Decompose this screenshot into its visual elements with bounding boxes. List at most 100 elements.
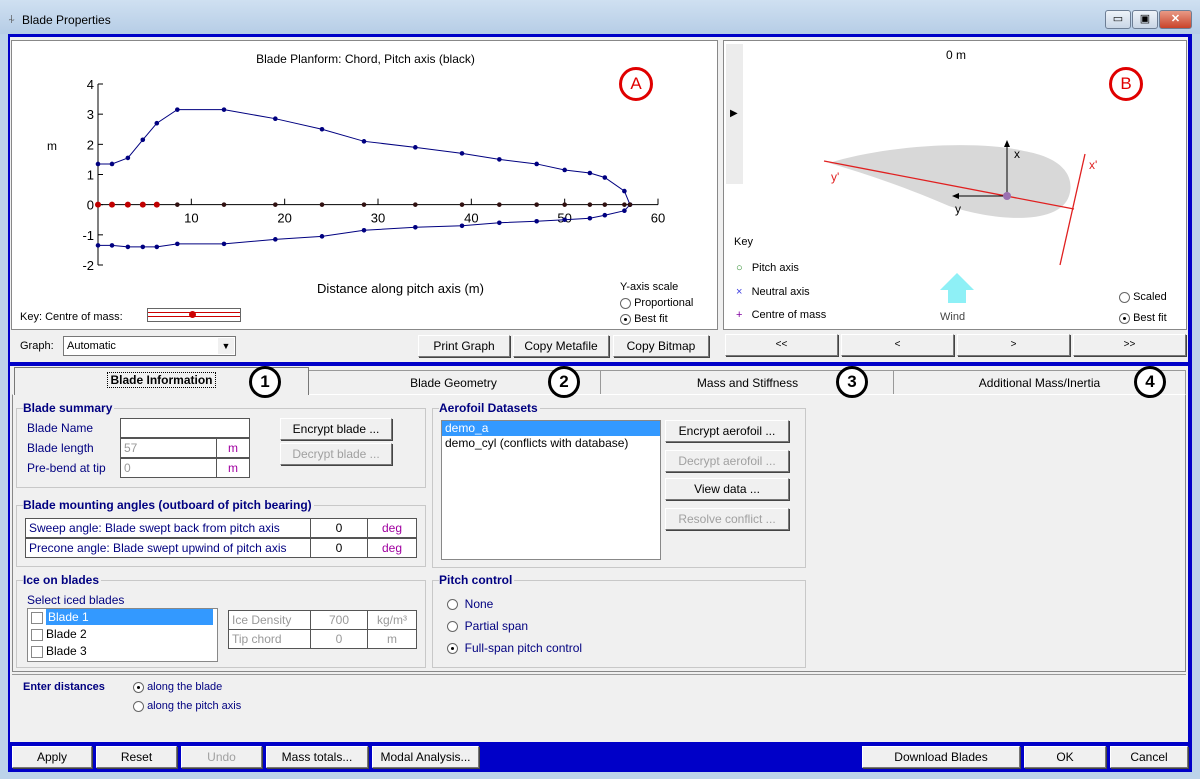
- scaled-radio[interactable]: Scaled: [1119, 291, 1167, 303]
- y-tick-label: 1: [87, 168, 94, 183]
- encrypt-blade-button[interactable]: Encrypt blade ...: [280, 418, 392, 440]
- data-point: [459, 151, 465, 156]
- data-point: [361, 202, 367, 207]
- aerofoil-list[interactable]: demo_a demo_cyl (conflicts with database…: [441, 420, 661, 560]
- tip-chord-input[interactable]: 0: [310, 629, 368, 649]
- minimize-button[interactable]: ▭: [1105, 10, 1131, 29]
- checkbox[interactable]: [31, 628, 43, 641]
- yscale-proportional[interactable]: Proportional: [620, 297, 693, 309]
- y-tick-label: 3: [87, 107, 94, 122]
- reset-button[interactable]: Reset: [96, 746, 177, 768]
- precone-angle-unit: deg: [367, 538, 417, 558]
- maximize-button[interactable]: ▣: [1132, 10, 1158, 29]
- data-point: [413, 224, 418, 230]
- data-point: [95, 161, 101, 167]
- data-point: [273, 237, 278, 242]
- data-point: [154, 120, 160, 126]
- blade-3-item[interactable]: Blade 3: [28, 643, 217, 660]
- data-point: [140, 137, 146, 143]
- ice-density-label: Ice Density: [228, 610, 311, 630]
- view-data-button[interactable]: View data ...: [665, 478, 789, 500]
- encrypt-aerofoil-button[interactable]: Encrypt aerofoil ...: [665, 420, 789, 442]
- checkbox[interactable]: [31, 611, 43, 624]
- data-point: [319, 202, 325, 207]
- pitch-partial-radio[interactable]: Partial span: [447, 619, 528, 633]
- data-point: [459, 223, 465, 229]
- precone-angle-label: Precone angle: Blade swept upwind of pit…: [25, 538, 311, 558]
- data-point: [175, 241, 180, 247]
- data-point: [125, 155, 131, 161]
- apply-button[interactable]: Apply: [12, 746, 92, 768]
- data-point: [109, 161, 115, 167]
- sweep-angle-input[interactable]: 0: [310, 518, 368, 538]
- copy-bitmap-button[interactable]: Copy Bitmap: [613, 335, 709, 357]
- checkbox[interactable]: [31, 645, 43, 658]
- prebend-label: Pre-bend at tip: [27, 461, 106, 475]
- data-point: [319, 126, 325, 132]
- download-blades-button[interactable]: Download Blades: [862, 746, 1020, 768]
- annotation-4: 4: [1134, 366, 1166, 398]
- last-station-button[interactable]: >>: [1073, 334, 1186, 356]
- blade-name-input[interactable]: [120, 418, 250, 438]
- pitch-full-radio[interactable]: Full-span pitch control: [447, 641, 582, 655]
- wind-arrow-stem: [948, 289, 966, 303]
- data-point: [622, 188, 627, 194]
- blade-length-unit: m: [216, 438, 250, 458]
- precone-angle-input[interactable]: 0: [310, 538, 368, 558]
- along-pitch-axis-radio[interactable]: along the pitch axis: [133, 700, 241, 712]
- prebend-input[interactable]: 0: [120, 458, 217, 478]
- y-tick-label: -1: [82, 228, 94, 243]
- prev-station-button[interactable]: <: [841, 334, 954, 356]
- data-point: [140, 244, 146, 250]
- data-point: [497, 202, 502, 207]
- aerofoil-item[interactable]: demo_a: [442, 421, 660, 436]
- data-point: [319, 234, 325, 239]
- turbine-icon: ⍭: [8, 12, 16, 26]
- data-point: [221, 241, 227, 247]
- data-point: [562, 167, 567, 173]
- title-bar: [0, 0, 1200, 34]
- close-button[interactable]: ✕: [1159, 10, 1192, 29]
- sweep-angle-label: Sweep angle: Blade swept back from pitch…: [25, 518, 311, 538]
- centre-of-mass-point: [153, 201, 160, 208]
- centre-marker: [1003, 192, 1011, 200]
- blade-2-item[interactable]: Blade 2: [28, 626, 217, 643]
- along-blade-radio[interactable]: along the blade: [133, 681, 222, 693]
- centre-of-mass-point: [109, 201, 115, 208]
- next-station-button[interactable]: >: [957, 334, 1070, 356]
- data-point: [221, 107, 227, 112]
- data-point: [221, 202, 227, 207]
- data-point: [534, 161, 539, 167]
- aerofoil-item[interactable]: demo_cyl (conflicts with database): [442, 436, 660, 450]
- airfoil-shape: [829, 145, 1071, 218]
- data-point: [125, 244, 131, 250]
- data-point: [497, 220, 502, 226]
- mass-totals-button[interactable]: Mass totals...: [266, 746, 368, 768]
- cancel-button[interactable]: Cancel: [1110, 746, 1188, 768]
- best-fit-radio[interactable]: Best fit: [1119, 312, 1167, 324]
- ice-density-unit: kg/m³: [367, 610, 417, 630]
- blade-length-input[interactable]: 57: [120, 438, 217, 458]
- x-axis-label: x: [1014, 147, 1020, 161]
- mounting-angles-title: Blade mounting angles (outboard of pitch…: [23, 498, 314, 512]
- blade-1-item[interactable]: Blade 1: [28, 609, 217, 626]
- data-point: [562, 217, 567, 223]
- decrypt-aerofoil-button: Decrypt aerofoil ...: [665, 450, 789, 472]
- data-point: [534, 202, 539, 207]
- data-point: [497, 157, 502, 162]
- ok-button[interactable]: OK: [1024, 746, 1106, 768]
- copy-metafile-button[interactable]: Copy Metafile: [513, 335, 609, 357]
- ice-density-input[interactable]: 700: [310, 610, 368, 630]
- yscale-best-fit[interactable]: Best fit: [620, 313, 668, 325]
- x-axis-label: Distance along pitch axis (m): [317, 281, 484, 296]
- print-graph-button[interactable]: Print Graph: [418, 335, 510, 357]
- pitch-none-radio[interactable]: None: [447, 597, 493, 611]
- iced-blades-list[interactable]: Blade 1 Blade 2 Blade 3: [27, 608, 218, 662]
- data-point: [587, 170, 593, 176]
- first-station-button[interactable]: <<: [725, 334, 838, 356]
- ice-title: Ice on blades: [23, 573, 102, 587]
- graph-select[interactable]: Automatic ▼: [63, 336, 236, 356]
- aerofoil-title: Aerofoil Datasets: [439, 401, 540, 415]
- wind-arrow-icon: [940, 273, 974, 290]
- modal-analysis-button[interactable]: Modal Analysis...: [372, 746, 479, 768]
